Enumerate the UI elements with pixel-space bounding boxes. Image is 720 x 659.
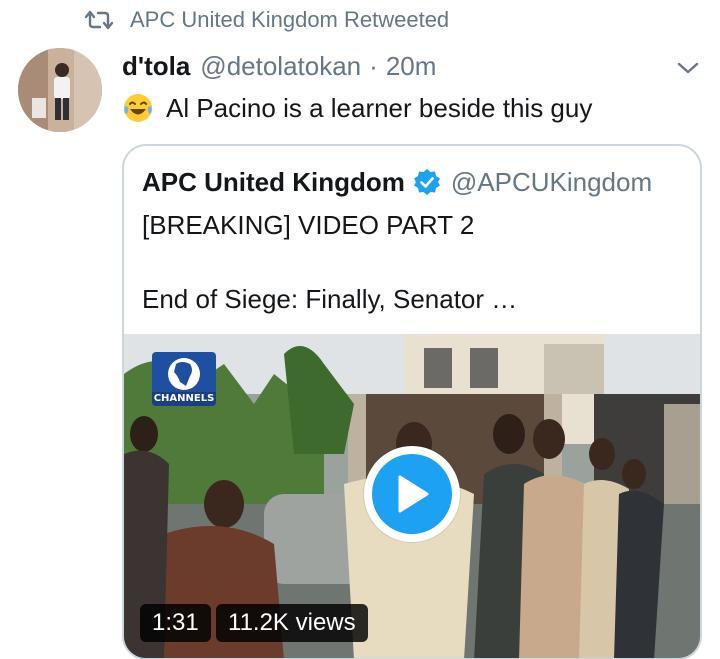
verified-badge-icon [413, 169, 440, 195]
quoted-tweet-header: APC United Kingdom @APCUKingdom [142, 164, 652, 200]
quoted-author-name[interactable]: APC United Kingdom [142, 167, 405, 198]
video-views-badge: 11.2K views [216, 604, 368, 642]
author-handle[interactable]: @detolatokan [200, 51, 361, 82]
tweet-timestamp[interactable]: 20m [386, 51, 437, 82]
retweet-icon [84, 10, 114, 30]
tweet-menu-button[interactable] [672, 52, 704, 84]
tweet-header: d'tola @detolatokan · 20m [122, 48, 436, 84]
play-button-inner [372, 454, 452, 534]
video-thumbnail[interactable]: CHANNELS 1:31 11.2K views [124, 334, 700, 658]
avatar[interactable] [18, 48, 102, 132]
separator-dot: · [369, 50, 378, 81]
retweet-banner-text: APC United Kingdom Retweeted [130, 7, 450, 32]
play-button[interactable] [364, 446, 460, 542]
quoted-author-handle[interactable]: @APCUKingdom [451, 167, 652, 198]
channel-logo: CHANNELS [152, 352, 216, 406]
face-with-tears-of-joy-icon [124, 94, 152, 122]
tweet-body: Al Pacino is a learner beside this guy [166, 92, 593, 123]
quoted-text-line-2: End of Siege: Finally, Senator … [142, 284, 518, 314]
play-icon [398, 475, 429, 513]
retweet-banner[interactable]: APC United Kingdom Retweeted [84, 6, 449, 34]
channel-logo-text: CHANNELS [153, 393, 215, 404]
video-duration-badge: 1:31 [140, 604, 211, 642]
tweet-text: Al Pacino is a learner beside this guy [122, 88, 592, 128]
author-name[interactable]: d'tola [122, 51, 190, 82]
quoted-tweet-card[interactable]: APC United Kingdom @APCUKingdom [BREAKIN… [122, 144, 702, 659]
chevron-down-icon [677, 62, 699, 74]
quoted-text-line-1: [BREAKING] VIDEO PART 2 [142, 210, 475, 240]
avatar-image [18, 48, 102, 132]
